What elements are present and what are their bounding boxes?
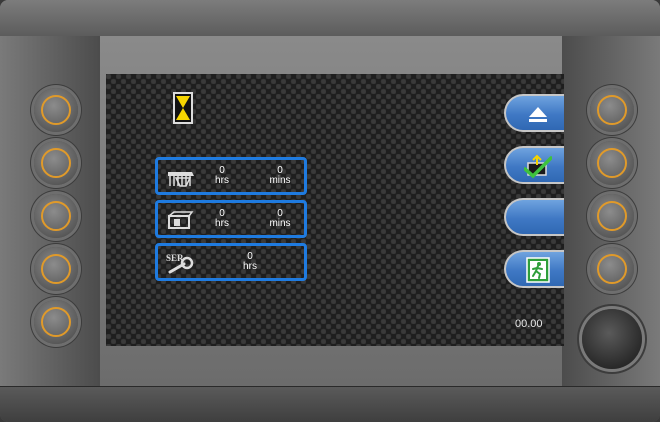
machine-hours-icon bbox=[168, 172, 194, 187]
hourglass-icon bbox=[173, 92, 193, 124]
service-wrench-icon: SER bbox=[166, 253, 194, 274]
right-hardware-button-4[interactable] bbox=[590, 247, 634, 291]
exit-icon bbox=[526, 257, 550, 283]
right-hardware-button-1[interactable] bbox=[590, 88, 634, 132]
eject-icon bbox=[529, 107, 547, 122]
bezel-bottom bbox=[0, 386, 660, 422]
right-hardware-button-2[interactable] bbox=[590, 141, 634, 185]
mins-readout: 0 mins bbox=[269, 165, 291, 186]
hours-readout: 0 hrs bbox=[215, 165, 229, 186]
counter-box-engine-hours: 0 hrs 0 mins bbox=[155, 200, 307, 238]
blank-soft-button[interactable] bbox=[504, 198, 564, 236]
right-hardware-button-3[interactable] bbox=[590, 194, 634, 238]
left-hardware-button-2[interactable] bbox=[34, 141, 78, 185]
clock-readout: 00.00 bbox=[515, 318, 543, 330]
hours-readout: 0 hrs bbox=[243, 251, 257, 272]
device-frame: 0 hrs 0 mins 0 hrs 0 mins SER 0 hrs 00.0… bbox=[0, 0, 660, 422]
mins-readout: 0 mins bbox=[269, 208, 291, 229]
bezel-top bbox=[0, 0, 660, 37]
hours-readout: 0 hrs bbox=[215, 208, 229, 229]
rotary-knob[interactable] bbox=[582, 309, 642, 369]
left-hardware-button-3[interactable] bbox=[34, 194, 78, 238]
confirm-upload-icon bbox=[524, 154, 552, 179]
confirm-upload-button[interactable] bbox=[504, 146, 564, 184]
exit-button[interactable] bbox=[504, 250, 564, 288]
counter-box-machine-hours: 0 hrs 0 mins bbox=[155, 157, 307, 195]
left-hardware-button-1[interactable] bbox=[34, 88, 78, 132]
left-hardware-button-4[interactable] bbox=[34, 247, 78, 291]
engine-hours-icon bbox=[168, 211, 194, 229]
counter-box-service-hours: SER 0 hrs bbox=[155, 243, 307, 281]
left-hardware-button-5[interactable] bbox=[34, 300, 78, 344]
eject-button[interactable] bbox=[504, 94, 564, 132]
